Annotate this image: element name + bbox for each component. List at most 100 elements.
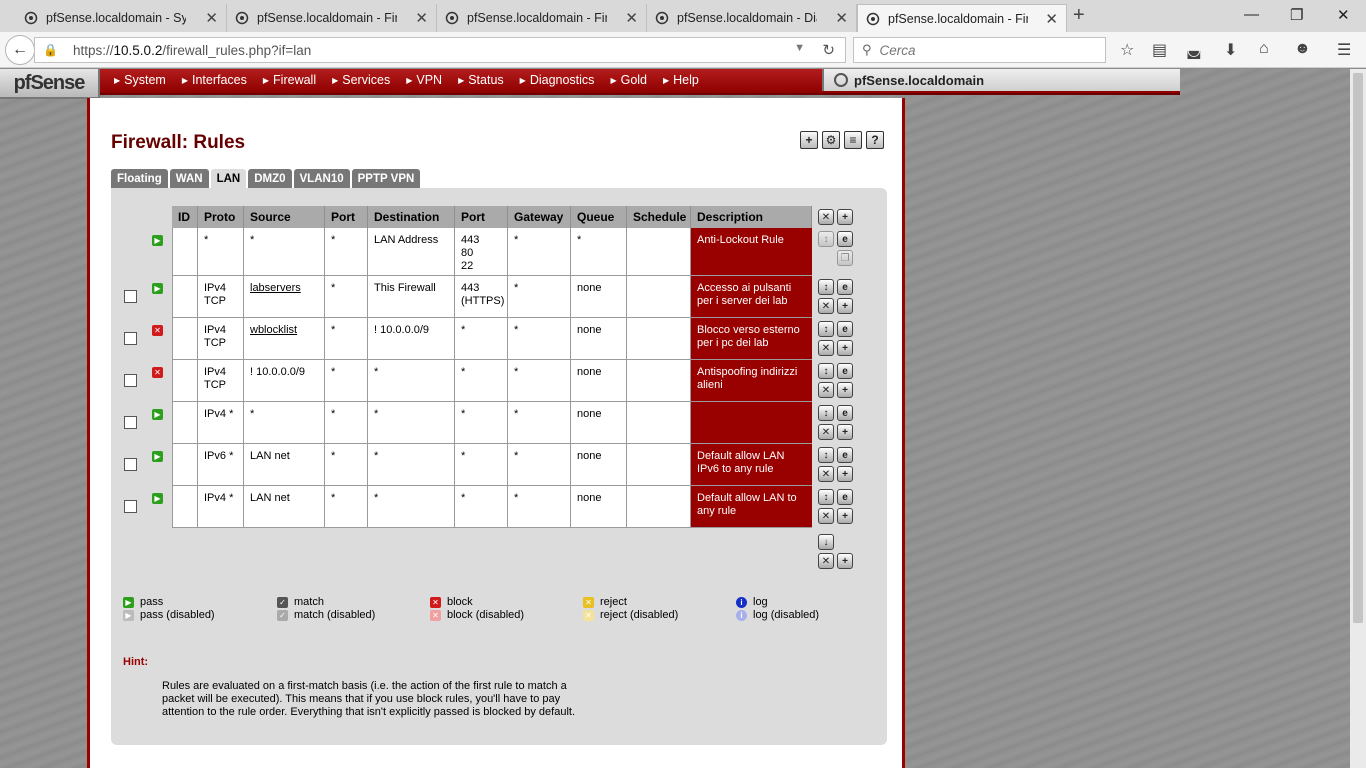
close-window-icon[interactable]: ✕: [1337, 6, 1350, 24]
close-tab-icon[interactable]: ✕: [835, 9, 848, 27]
move-disabled-icon: ↕: [818, 231, 834, 247]
block-status-icon[interactable]: ✕: [152, 325, 163, 336]
add-shortcut-icon[interactable]: +: [800, 131, 818, 149]
move-rule-icon[interactable]: ↕: [818, 489, 834, 505]
add-rule-below-icon[interactable]: +: [837, 508, 853, 524]
back-arrow-icon[interactable]: ←: [5, 35, 35, 65]
close-tab-icon[interactable]: ✕: [1045, 10, 1058, 28]
pocket-icon[interactable]: ◛: [1186, 40, 1202, 60]
delete-rule-icon[interactable]: ✕: [818, 382, 834, 398]
rule-cell-source[interactable]: labservers: [244, 276, 325, 318]
rule-cell-source[interactable]: wblocklist: [244, 318, 325, 360]
pass-status-icon[interactable]: ▶: [152, 451, 163, 462]
tab-pptp-vpn[interactable]: PPTP VPN: [351, 169, 421, 188]
browser-tab[interactable]: pfSense.localdomain - Fir... ✕: [437, 4, 647, 32]
tab-wan[interactable]: WAN: [169, 169, 209, 188]
close-tab-icon[interactable]: ✕: [625, 9, 638, 27]
edit-rule-icon[interactable]: e: [837, 447, 853, 463]
menu-system[interactable]: ▶ System: [114, 73, 166, 87]
log-list-icon[interactable]: ≡: [844, 131, 862, 149]
browser-tab[interactable]: pfSense.localdomain - Sys... ✕: [0, 4, 227, 32]
edit-rule-icon[interactable]: e: [837, 231, 853, 247]
delete-selected-icon[interactable]: ✕: [818, 209, 834, 225]
search-input[interactable]: ⚲ Cerca: [853, 37, 1106, 63]
legend-label: reject: [600, 596, 627, 608]
edit-rule-icon[interactable]: e: [837, 321, 853, 337]
reload-icon[interactable]: ↻: [822, 41, 835, 59]
delete-rule-icon[interactable]: ✕: [818, 508, 834, 524]
pass-status-icon[interactable]: ▶: [152, 493, 163, 504]
emoji-icon[interactable]: ☻: [1294, 40, 1311, 58]
move-rule-icon[interactable]: ↕: [818, 279, 834, 295]
add-rule-below-icon[interactable]: +: [837, 298, 853, 314]
close-tab-icon[interactable]: ✕: [415, 9, 428, 27]
dropdown-arrow-icon[interactable]: ▼: [794, 42, 805, 54]
pass-status-icon[interactable]: ▶: [152, 283, 163, 294]
menu-vpn[interactable]: ▶ VPN: [406, 73, 442, 87]
browser-tab[interactable]: pfSense.localdomain - Fir... ✕: [227, 4, 437, 32]
rule-cell-queue: none: [571, 276, 627, 318]
add-rule-bottom-icon[interactable]: +: [837, 553, 853, 569]
move-rule-icon[interactable]: ↕: [818, 321, 834, 337]
reading-list-icon[interactable]: ▤: [1152, 40, 1167, 60]
move-rule-icon[interactable]: ↕: [818, 447, 834, 463]
add-rule-icon[interactable]: +: [837, 209, 853, 225]
delete-rule-icon[interactable]: ✕: [818, 424, 834, 440]
download-icon[interactable]: ⬇: [1224, 40, 1237, 60]
rule-select-checkbox[interactable]: [124, 500, 137, 513]
tab-floating[interactable]: Floating: [111, 169, 168, 188]
move-to-end-icon[interactable]: ↓: [818, 534, 834, 550]
rule-cell-gateway: *: [508, 486, 571, 528]
rule-select-checkbox[interactable]: [124, 458, 137, 471]
hamburger-menu-icon[interactable]: ☰: [1337, 40, 1351, 60]
menu-firewall[interactable]: ▶ Firewall: [263, 73, 316, 87]
add-rule-below-icon[interactable]: +: [837, 340, 853, 356]
tab-dmz0[interactable]: DMZ0: [248, 169, 292, 188]
bookmark-star-icon[interactable]: ☆: [1120, 40, 1134, 60]
tab-vlan10[interactable]: VLAN10: [293, 169, 350, 188]
restore-icon[interactable]: ❐: [1290, 6, 1303, 24]
tab-lan[interactable]: LAN: [210, 169, 247, 188]
browser-tab[interactable]: pfSense.localdomain - Dia... ✕: [647, 4, 857, 32]
add-rule-below-icon[interactable]: +: [837, 424, 853, 440]
edit-rule-icon[interactable]: e: [837, 363, 853, 379]
scrollbar-thumb[interactable]: [1353, 73, 1363, 623]
move-rule-icon[interactable]: ↕: [818, 363, 834, 379]
page-scrollbar[interactable]: [1350, 69, 1366, 768]
add-rule-below-icon[interactable]: +: [837, 382, 853, 398]
menu-services[interactable]: ▶ Services: [332, 73, 390, 87]
edit-rule-icon[interactable]: e: [837, 489, 853, 505]
browser-tab-active[interactable]: pfSense.localdomain - Fir... ✕: [857, 4, 1067, 32]
home-icon[interactable]: ⌂: [1259, 40, 1269, 58]
help-icon[interactable]: ?: [866, 131, 884, 149]
new-tab-icon[interactable]: +: [1073, 4, 1085, 27]
delete-selected-bottom-icon[interactable]: ✕: [818, 553, 834, 569]
pass-status-icon[interactable]: ▶: [152, 409, 163, 420]
rule-select-checkbox[interactable]: [124, 416, 137, 429]
add-rule-below-icon[interactable]: +: [837, 466, 853, 482]
delete-rule-icon[interactable]: ✕: [818, 340, 834, 356]
rule-select-checkbox[interactable]: [124, 374, 137, 387]
menu-status[interactable]: ▶ Status: [458, 73, 504, 87]
edit-rule-icon[interactable]: e: [837, 279, 853, 295]
status-gear-icon[interactable]: ⚙: [822, 131, 840, 149]
delete-rule-icon[interactable]: ✕: [818, 466, 834, 482]
column-header: Destination: [368, 206, 455, 228]
pfsense-logo[interactable]: pfSense: [0, 69, 100, 99]
menu-interfaces[interactable]: ▶ Interfaces: [182, 73, 247, 87]
edit-rule-icon[interactable]: e: [837, 405, 853, 421]
rule-cell-queue: *: [571, 228, 627, 276]
move-rule-icon[interactable]: ↕: [818, 405, 834, 421]
block-status-icon[interactable]: ✕: [152, 367, 163, 378]
menu-gold[interactable]: ▶ Gold: [610, 73, 647, 87]
close-tab-icon[interactable]: ✕: [205, 9, 218, 27]
url-bar[interactable]: 🔒 https://10.5.0.2/firewall_rules.php?if…: [34, 37, 846, 63]
pass-status-icon[interactable]: ▶: [152, 235, 163, 246]
rule-select-checkbox[interactable]: [124, 332, 137, 345]
rule-select-checkbox[interactable]: [124, 290, 137, 303]
delete-rule-icon[interactable]: ✕: [818, 298, 834, 314]
menu-diagnostics[interactable]: ▶ Diagnostics: [520, 73, 595, 87]
menu-help[interactable]: ▶ Help: [663, 73, 699, 87]
minimize-icon[interactable]: —: [1244, 6, 1259, 23]
rule-cell-id: [172, 486, 198, 528]
